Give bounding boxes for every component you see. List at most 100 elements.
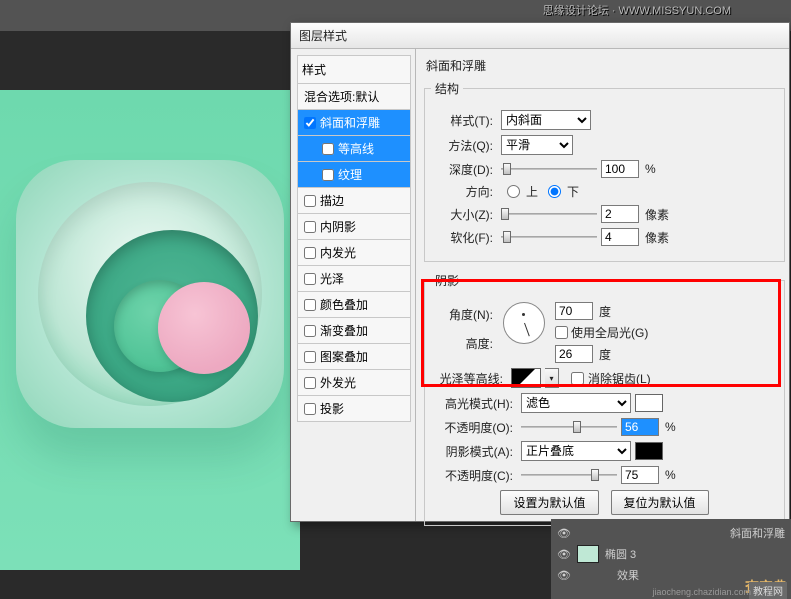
soften-input[interactable] bbox=[601, 228, 639, 246]
styles-header[interactable]: 样式 bbox=[297, 55, 411, 84]
style-inner-shadow[interactable]: 内阴影 bbox=[297, 214, 411, 240]
gloss-contour-picker[interactable] bbox=[511, 368, 541, 388]
style-pattern-overlay-checkbox[interactable] bbox=[304, 351, 316, 363]
highlight-opacity-slider[interactable] bbox=[521, 419, 617, 435]
style-bevel-emboss[interactable]: 斜面和浮雕 bbox=[297, 110, 411, 136]
style-drop-shadow-checkbox[interactable] bbox=[304, 403, 316, 415]
style-gradient-overlay[interactable]: 渐变叠加 bbox=[297, 318, 411, 344]
direction-up-radio[interactable] bbox=[507, 185, 520, 198]
soften-label: 软化(F): bbox=[431, 229, 493, 246]
style-list: 样式 混合选项:默认 斜面和浮雕 等高线 纹理 描边 内阴影 内发光 光泽 颜色… bbox=[291, 49, 416, 521]
soften-unit: 像素 bbox=[645, 229, 669, 246]
global-light-checkbox[interactable] bbox=[555, 326, 568, 339]
style-label: 样式(T): bbox=[431, 112, 493, 129]
altitude-label: 高度: bbox=[466, 335, 493, 352]
bevel-panel-title: 斜面和浮雕 bbox=[424, 53, 785, 80]
watermark-url: jiaocheng.chazidian.com bbox=[652, 587, 751, 597]
layer-effects-label: 效果 bbox=[577, 567, 639, 583]
angle-input[interactable] bbox=[555, 302, 593, 320]
style-outer-glow[interactable]: 外发光 bbox=[297, 370, 411, 396]
visibility-eye-icon[interactable]: 👁 bbox=[557, 527, 571, 540]
watermark-top: 思缘设计论坛 · WWW.MISSYUN.COM bbox=[543, 2, 731, 18]
style-bevel-checkbox[interactable] bbox=[304, 117, 316, 129]
depth-slider[interactable] bbox=[501, 161, 597, 177]
global-light-label: 使用全局光(G) bbox=[571, 324, 648, 341]
layer-ellipse-label: 椭圆 3 bbox=[605, 546, 636, 562]
angle-label: 角度(N): bbox=[449, 306, 493, 323]
style-stroke-label: 描边 bbox=[320, 192, 344, 209]
structure-group: 结构 样式(T): 内斜面 方法(Q): 平滑 深度(D): % 方向: bbox=[424, 80, 785, 262]
layer-ellipse-3[interactable]: 👁 椭圆 3 bbox=[557, 543, 785, 565]
style-texture-checkbox[interactable] bbox=[322, 169, 334, 181]
style-satin-checkbox[interactable] bbox=[304, 273, 316, 285]
style-stroke-checkbox[interactable] bbox=[304, 195, 316, 207]
soften-slider[interactable] bbox=[501, 229, 597, 245]
shadow-opacity-slider[interactable] bbox=[521, 467, 617, 483]
depth-input[interactable] bbox=[601, 160, 639, 178]
layer-effect-bevel[interactable]: 👁 斜面和浮雕 bbox=[557, 523, 785, 543]
watermark-box: 教程网 bbox=[749, 582, 787, 599]
style-blending-options[interactable]: 混合选项:默认 bbox=[297, 84, 411, 110]
gloss-contour-dropdown[interactable]: ▾ bbox=[545, 368, 559, 388]
style-inner-shadow-checkbox[interactable] bbox=[304, 221, 316, 233]
style-inner-glow-checkbox[interactable] bbox=[304, 247, 316, 259]
altitude-input[interactable] bbox=[555, 345, 593, 363]
highlight-opacity-input[interactable] bbox=[621, 418, 659, 436]
highlight-opacity-label: 不透明度(O): bbox=[431, 419, 513, 436]
visibility-eye-icon[interactable]: 👁 bbox=[557, 569, 571, 582]
style-color-overlay[interactable]: 颜色叠加 bbox=[297, 292, 411, 318]
shadow-opacity-input[interactable] bbox=[621, 466, 659, 484]
visibility-eye-icon[interactable]: 👁 bbox=[557, 548, 571, 561]
style-satin[interactable]: 光泽 bbox=[297, 266, 411, 292]
layer-style-dialog: 图层样式 样式 混合选项:默认 斜面和浮雕 等高线 纹理 描边 内阴影 内发光 … bbox=[290, 22, 790, 522]
shadow-color-swatch[interactable] bbox=[635, 442, 663, 460]
style-pattern-overlay-label: 图案叠加 bbox=[320, 348, 368, 365]
style-outer-glow-checkbox[interactable] bbox=[304, 377, 316, 389]
style-contour-checkbox[interactable] bbox=[322, 143, 334, 155]
style-gradient-overlay-label: 渐变叠加 bbox=[320, 322, 368, 339]
style-outer-glow-label: 外发光 bbox=[320, 374, 356, 391]
anti-alias-checkbox[interactable] bbox=[571, 372, 584, 385]
style-inner-glow[interactable]: 内发光 bbox=[297, 240, 411, 266]
style-drop-shadow-label: 投影 bbox=[320, 400, 344, 417]
layer-effect-bevel-label: 斜面和浮雕 bbox=[577, 525, 785, 541]
style-drop-shadow[interactable]: 投影 bbox=[297, 396, 411, 422]
style-color-overlay-label: 颜色叠加 bbox=[320, 296, 368, 313]
gloss-contour-label: 光泽等高线: bbox=[431, 370, 503, 387]
depth-unit: % bbox=[645, 162, 656, 176]
style-color-overlay-checkbox[interactable] bbox=[304, 299, 316, 311]
size-slider[interactable] bbox=[501, 206, 597, 222]
size-input[interactable] bbox=[601, 205, 639, 223]
style-texture-label: 纹理 bbox=[338, 166, 362, 183]
shading-group: 阴影 角度(N): 高度: 度 使用全局光(G) bbox=[424, 272, 785, 526]
style-gradient-overlay-checkbox[interactable] bbox=[304, 325, 316, 337]
technique-label: 方法(Q): bbox=[431, 137, 493, 154]
style-stroke[interactable]: 描边 bbox=[297, 188, 411, 214]
shadow-opacity-label: 不透明度(C): bbox=[431, 467, 513, 484]
style-inner-glow-label: 内发光 bbox=[320, 244, 356, 261]
angle-dial[interactable] bbox=[503, 302, 545, 344]
style-texture[interactable]: 纹理 bbox=[297, 162, 411, 188]
style-select[interactable]: 内斜面 bbox=[501, 110, 591, 130]
style-contour[interactable]: 等高线 bbox=[297, 136, 411, 162]
style-contour-label: 等高线 bbox=[338, 140, 374, 157]
shadow-mode-label: 阴影模式(A): bbox=[431, 443, 513, 460]
style-satin-label: 光泽 bbox=[320, 270, 344, 287]
document-canvas bbox=[0, 90, 300, 570]
reset-default-button[interactable]: 复位为默认值 bbox=[611, 490, 709, 515]
highlight-opacity-unit: % bbox=[665, 420, 676, 434]
dialog-title: 图层样式 bbox=[291, 23, 789, 49]
icon-inner-ring bbox=[86, 230, 258, 402]
technique-select[interactable]: 平滑 bbox=[501, 135, 573, 155]
make-default-button[interactable]: 设置为默认值 bbox=[500, 490, 598, 515]
anti-alias-label: 消除锯齿(L) bbox=[588, 370, 651, 387]
highlight-mode-select[interactable]: 滤色 bbox=[521, 393, 631, 413]
style-pattern-overlay[interactable]: 图案叠加 bbox=[297, 344, 411, 370]
style-inner-shadow-label: 内阴影 bbox=[320, 218, 356, 235]
style-bevel-label: 斜面和浮雕 bbox=[320, 114, 380, 131]
highlight-color-swatch[interactable] bbox=[635, 394, 663, 412]
highlight-mode-label: 高光模式(H): bbox=[431, 395, 513, 412]
direction-down-radio[interactable] bbox=[548, 185, 561, 198]
shadow-mode-select[interactable]: 正片叠底 bbox=[521, 441, 631, 461]
icon-circle-pink bbox=[158, 282, 250, 374]
